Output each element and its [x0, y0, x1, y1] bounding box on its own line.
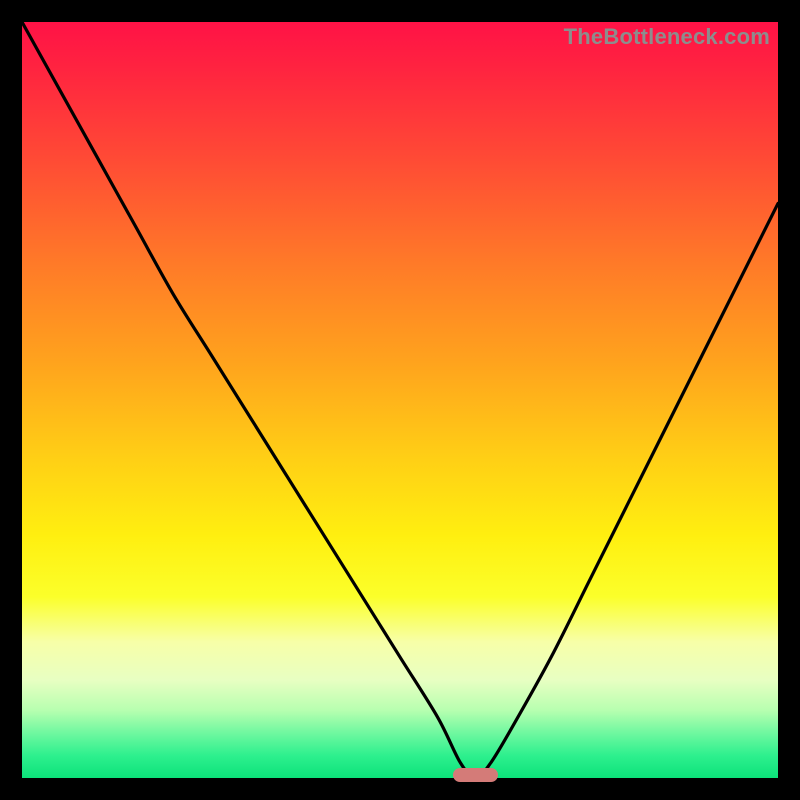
plot-area: TheBottleneck.com [22, 22, 778, 778]
optimum-marker [453, 768, 498, 782]
chart-frame: TheBottleneck.com [0, 0, 800, 800]
curve-path [22, 22, 778, 778]
bottleneck-curve [22, 22, 778, 778]
